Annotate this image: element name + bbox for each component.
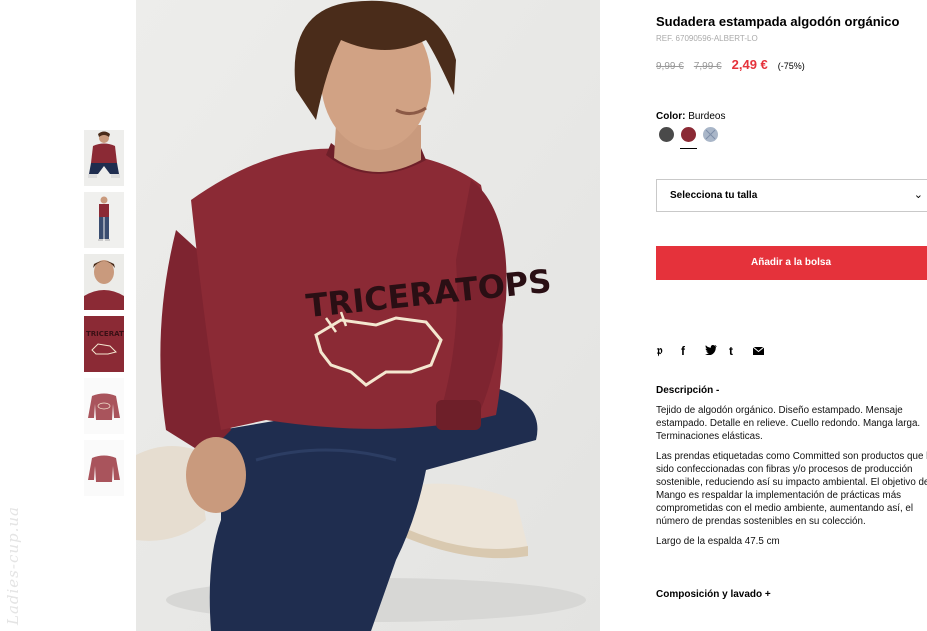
pattern-icon — [705, 129, 716, 140]
swatch-light-blue[interactable] — [703, 127, 718, 142]
price-current: 2,49 € — [731, 57, 768, 72]
color-label: Color: Burdeos — [656, 111, 725, 122]
discount-badge: (-75%) — [777, 61, 805, 71]
facebook-icon[interactable]: f — [681, 344, 705, 358]
description-body: Tejido de algodón orgánico. Diseño estam… — [656, 404, 927, 555]
thumbnail-5[interactable] — [84, 378, 124, 434]
twitter-icon[interactable] — [705, 344, 729, 358]
description-toggle[interactable]: Descripción - — [656, 385, 719, 396]
description-paragraph: Tejido de algodón orgánico. Diseño estam… — [656, 405, 921, 442]
price-original: 9,99 € — [656, 61, 684, 72]
price-previous: 7,99 € — [693, 61, 722, 72]
thumbnail-1[interactable] — [84, 130, 124, 186]
product-title: Sudadera estampada algodón orgánico — [656, 14, 900, 29]
color-title: Color: — [656, 111, 686, 122]
price-row: 9,99 € 7,99 € 2,49 € (-75%) — [656, 57, 805, 72]
color-swatches — [659, 127, 725, 149]
composition-toggle[interactable]: Composición y lavado + — [656, 589, 771, 600]
thumbnail-strip: TRICERAT — [84, 130, 124, 502]
share-bar: 𝔭 f t — [657, 343, 777, 358]
size-select[interactable]: Selecciona tu talla ⌄ — [656, 179, 927, 212]
add-to-bag-button[interactable]: Añadir a la bolsa — [656, 246, 927, 280]
swatch-burgundy[interactable] — [680, 127, 697, 149]
thumbnail-6[interactable] — [84, 440, 124, 496]
color-value: Burdeos — [688, 111, 726, 122]
product-ref: REF. 67090596-ALBERT-LO — [656, 34, 758, 43]
description-paragraph: Las prendas etiquetadas como Committed s… — [656, 451, 927, 527]
email-icon[interactable] — [752, 344, 777, 358]
description-paragraph: Largo de la espalda 47.5 cm — [656, 536, 780, 547]
svg-text:TRICERAT: TRICERAT — [86, 330, 124, 338]
pinterest-icon[interactable]: 𝔭 — [657, 343, 681, 358]
swatch-dark-grey[interactable] — [659, 127, 674, 142]
size-select-label: Selecciona tu talla — [670, 190, 758, 201]
thumbnail-3[interactable] — [84, 254, 124, 310]
product-main-image[interactable]: TRICERATOPS — [136, 0, 600, 631]
watermark: Ladies-cup.ua — [4, 506, 22, 625]
thumbnail-2[interactable] — [84, 192, 124, 248]
thumbnail-4[interactable]: TRICERAT — [84, 316, 124, 372]
tumblr-icon[interactable]: t — [729, 344, 753, 358]
chevron-down-icon: ⌄ — [913, 189, 923, 201]
